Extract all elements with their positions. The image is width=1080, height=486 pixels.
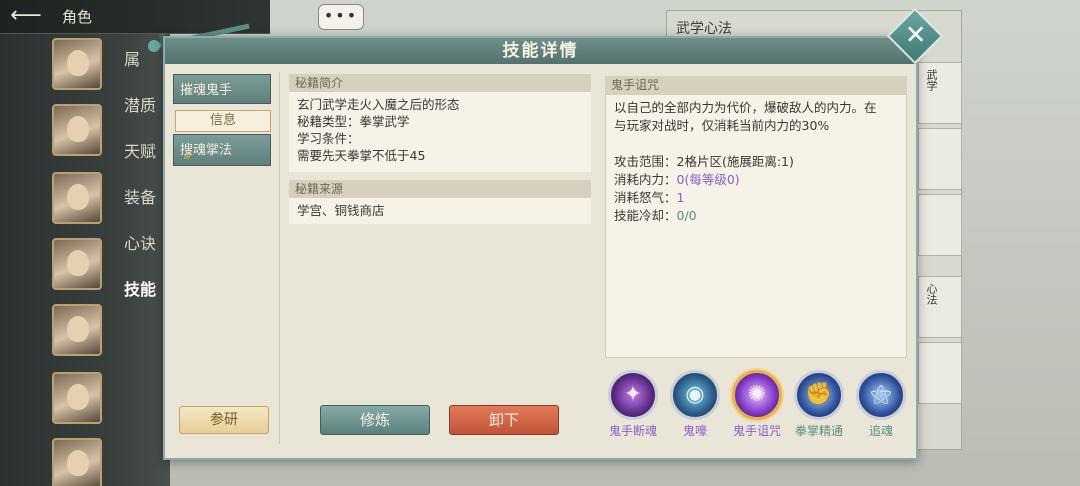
character-portrait[interactable]	[52, 304, 102, 356]
intro-section-title: 秘籍简介	[289, 74, 591, 92]
stat-cooldown: 技能冷却：0/0	[614, 207, 898, 225]
skill-desc-line: 以自己的全部内力为代价，爆破敌人的内力。在	[614, 100, 877, 115]
martial-arts-panel-title: 武学心法	[676, 21, 732, 37]
skill-icon-label: 追魂	[868, 424, 893, 438]
stat-rage-cost: 消耗怒气：1	[614, 189, 898, 207]
spirit-chase-icon: ⚝	[856, 370, 906, 420]
skill-icon-item[interactable]: ✊ 拳掌精通	[791, 370, 847, 439]
stat-label: 消耗内力：	[614, 172, 677, 187]
skill-list-item[interactable]: 搜魂掌法 ///	[173, 134, 271, 166]
column-divider	[279, 72, 280, 444]
character-portrait[interactable]	[52, 104, 102, 156]
unequip-button[interactable]: 卸下	[449, 405, 559, 435]
fist-mastery-icon: ✊	[794, 370, 844, 420]
side-tab-mind[interactable]: 心诀	[124, 230, 156, 254]
side-tab-skills[interactable]: 技能	[124, 276, 156, 300]
skill-detail-dialog: 技能详情 摧魂鬼手 信息 搜魂掌法 /// 参研 秘籍简介 玄门武学走火入魔之后…	[163, 36, 918, 460]
page-title: 角色	[62, 8, 93, 26]
chat-bubble-icon[interactable]: •••	[318, 4, 364, 30]
intro-line: 秘籍类型：拳掌武学	[297, 114, 410, 129]
skill-icon-item[interactable]: ⚝ 追魂	[853, 370, 909, 439]
tab-info[interactable]: 信息	[175, 110, 271, 132]
skill-list-label: 摧魂鬼手	[180, 83, 233, 98]
stat-mp-cost: 消耗内力：0(每等级0)	[614, 171, 898, 189]
skill-description: 以自己的全部内力为代价，爆破敌人的内力。在 与玩家对战时，仅消耗当前内力的30%…	[605, 94, 907, 358]
curse-hand-icon: ✺	[732, 370, 782, 420]
character-portrait[interactable]	[52, 172, 102, 224]
skill-icon-label: 鬼手断魂	[608, 424, 657, 438]
source-section-title: 秘籍来源	[289, 180, 591, 198]
skill-slot[interactable]	[918, 342, 962, 404]
stat-value: 0(每等级0)	[676, 172, 740, 187]
level-pips: ///	[184, 151, 191, 161]
card-label: 心法	[925, 283, 938, 305]
source-section-body: 学宫、铜钱商店	[289, 198, 591, 224]
skill-list-item[interactable]: 摧魂鬼手	[173, 74, 271, 104]
skill-icon-item[interactable]: ✺ 鬼手诅咒	[729, 370, 785, 439]
side-tab-equipment[interactable]: 装备	[124, 184, 156, 208]
stat-label: 技能冷却：	[614, 208, 677, 223]
skill-icon-label: 拳掌精通	[794, 424, 843, 438]
intro-line: 玄门武学走火入魔之后的形态	[297, 97, 460, 112]
research-button[interactable]: 参研	[179, 406, 269, 434]
intro-line: 需要先天拳掌不低于45	[297, 148, 426, 163]
skill-desc-line: 与玩家对战时，仅消耗当前内力的30%	[614, 118, 830, 133]
side-tab-talent[interactable]: 天赋	[124, 138, 156, 162]
side-tab-potential[interactable]: 潜质	[124, 92, 156, 116]
stat-value: 2格片区(施展距离:1)	[676, 154, 794, 169]
character-portrait[interactable]	[52, 372, 102, 424]
stat-value: 0/0	[676, 208, 697, 223]
practice-button[interactable]: 修炼	[320, 405, 430, 435]
eye-vortex-icon: ◉	[670, 370, 720, 420]
skill-icon-item[interactable]: ✦ 鬼手断魂	[605, 370, 661, 439]
back-button[interactable]: ⟵	[8, 4, 44, 28]
arrow-left-icon: ⟵	[10, 3, 42, 28]
stat-range: 攻击范围：2格片区(施展距离:1)	[614, 153, 898, 171]
mind-card[interactable]: 心法	[918, 276, 962, 338]
skill-slot[interactable]	[918, 194, 962, 256]
skill-icon-label: 鬼嚎	[682, 424, 707, 438]
dialog-header: 技能详情	[165, 38, 916, 64]
stat-label: 攻击范围：	[614, 154, 677, 169]
stat-label: 消耗怒气：	[614, 190, 677, 205]
card-label: 武学	[925, 69, 938, 91]
skill-icon-label: 鬼手诅咒	[732, 424, 781, 438]
skill-icon-item[interactable]: ◉ 鬼嚎	[667, 370, 723, 439]
intro-section-body: 玄门武学走火入魔之后的形态 秘籍类型：拳掌武学 学习条件： 需要先天拳掌不低于4…	[289, 92, 591, 172]
stat-value: 1	[676, 190, 685, 205]
close-x-icon: ✕	[904, 20, 927, 51]
character-portrait[interactable]	[52, 438, 102, 486]
character-portrait[interactable]	[52, 238, 102, 290]
skill-icon-row: ✦ 鬼手断魂 ◉ 鬼嚎 ✺ 鬼手诅咒 ✊ 拳掌精通 ⚝ 追魂	[605, 370, 907, 450]
dialog-title: 技能详情	[502, 41, 579, 61]
side-tab-attributes[interactable]: 属	[124, 46, 140, 70]
source-text: 学宫、铜钱商店	[297, 203, 385, 218]
character-portrait[interactable]	[52, 38, 102, 90]
skill-name-title: 鬼手诅咒	[605, 76, 907, 94]
skill-slot[interactable]	[918, 128, 962, 190]
martial-arts-card[interactable]: 武学	[918, 62, 962, 124]
intro-line: 学习条件：	[297, 131, 360, 146]
claw-icon: ✦	[608, 370, 658, 420]
